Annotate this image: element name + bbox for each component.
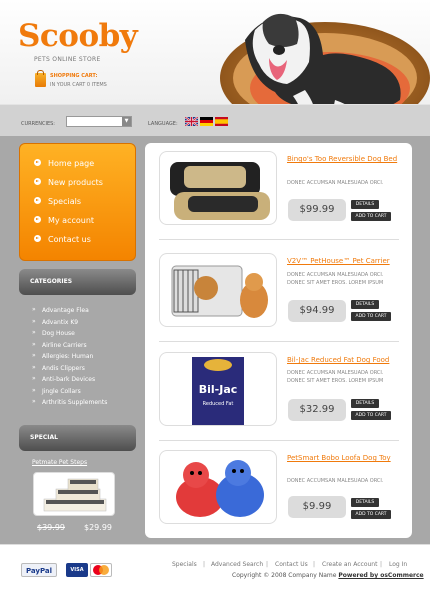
menu-item-home[interactable]: Home page [20, 154, 135, 173]
special-new-price: $29.99 [84, 523, 112, 532]
arrow-bullet-icon [34, 159, 41, 166]
product-description: DONEC ACCUMSAN MALESUADA ORCI. [287, 370, 384, 376]
details-button[interactable]: DETAILS [351, 399, 379, 408]
category-item[interactable]: Allergies: Human [32, 352, 136, 365]
product-title[interactable]: PetSmart Bobo Loofa Dog Toy [287, 454, 405, 463]
menu-item-my-account[interactable]: My account [20, 211, 135, 230]
add-to-cart-button[interactable]: ADD TO CART [351, 510, 391, 519]
main-menu: Home page New products Specials My accou… [19, 143, 136, 261]
paypal-logo: PayPal [21, 563, 57, 577]
arrow-bullet-icon [34, 216, 41, 223]
currencies-label: CURRENCIES: [21, 121, 55, 127]
footer-link-contact[interactable]: Contact Us [275, 561, 308, 568]
divider [159, 239, 399, 240]
special-product-link[interactable]: Petmate Pet Steps [32, 459, 87, 466]
special-old-price: $39.99 [37, 523, 65, 532]
product-list: Bingo's Too Reversible Dog Bed DONEC ACC… [145, 143, 412, 538]
arrow-bullet-icon [34, 178, 41, 185]
footer-separator: | [203, 561, 206, 568]
menu-label: My account [48, 216, 95, 225]
cart-title[interactable]: SHOPPING CART: [50, 73, 98, 79]
divider [159, 341, 399, 342]
product-description: DONEC ACCUMSAN MALESUADA ORCI. [287, 272, 384, 278]
footer: PayPal VISA Specials | Advanced Search |… [0, 544, 430, 589]
cart-status: IN YOUR CART 0 ITEMS [50, 82, 107, 88]
germany-flag-icon[interactable] [200, 117, 213, 126]
category-item[interactable]: Advantix K9 [32, 318, 136, 331]
spain-flag-icon[interactable] [215, 117, 228, 126]
svg-text:Bil-Jac: Bil-Jac [199, 383, 238, 396]
footer-link-create-account[interactable]: Create an Account [322, 561, 377, 568]
dog-food-bag-image[interactable]: Bil-Jac Reduced Fat [159, 352, 277, 426]
footer-link-advanced-search[interactable]: Advanced Search [211, 561, 263, 568]
product-description: DONEC ACCUMSAN MALESUADA ORCI. [287, 180, 384, 186]
footer-link-specials[interactable]: Specials [172, 561, 197, 568]
powered-by-link[interactable]: Powered by osCommerce [338, 572, 423, 579]
mastercard-logo [90, 563, 112, 577]
details-button[interactable]: DETAILS [351, 498, 379, 507]
arrow-bullet-icon [34, 197, 41, 204]
details-button[interactable]: DETAILS [351, 300, 379, 309]
category-item[interactable]: Jingle Collars [32, 387, 136, 400]
language-label: LANGUAGE: [148, 121, 178, 127]
category-item[interactable]: Andis Clippers [32, 364, 136, 377]
menu-label: Contact us [48, 235, 91, 244]
visa-logo: VISA [66, 563, 88, 577]
product-price: $99.99 [288, 199, 346, 221]
tagline: PETS ONLINE STORE [34, 56, 101, 63]
product-price: $94.99 [288, 300, 346, 322]
product-description: DONEC ACCUMSAN MALESUADA ORCI. [287, 478, 384, 484]
categories-list: Advantage Flea Advantix K9 Dog House Air… [32, 306, 136, 411]
product-price: $9.99 [288, 496, 346, 518]
product-title[interactable]: Bingo's Too Reversible Dog Bed [287, 155, 405, 164]
divider [159, 440, 399, 441]
header: Scooby PETS ONLINE STORE SHOPPING CART: … [0, 0, 430, 140]
chevron-down-icon[interactable]: ▼ [122, 117, 131, 126]
product-description: DONEC SIT AMET EROS. LOREM IPSUM [287, 378, 384, 384]
product-description: DONEC SIT AMET EROS. LOREM IPSUM [287, 280, 384, 286]
copyright-text: Copyright © 2008 Company Name [232, 572, 337, 579]
special-heading: SPECIAL [19, 425, 136, 451]
menu-item-new-products[interactable]: New products [20, 173, 135, 192]
category-item[interactable]: Advantage Flea [32, 306, 136, 319]
shopping-bag-icon[interactable] [35, 70, 46, 87]
copyright: Copyright © 2008 Company Name Powered by… [232, 572, 424, 579]
product-price: $32.99 [288, 399, 346, 421]
menu-label: New products [48, 178, 103, 187]
product-title[interactable]: Bil-Jac Reduced Fat Dog Food [287, 356, 405, 365]
category-item[interactable]: Dog House [32, 329, 136, 342]
site-logo[interactable]: Scooby [18, 18, 138, 54]
footer-link-login[interactable]: Log In [389, 561, 407, 568]
add-to-cart-button[interactable]: ADD TO CART [351, 411, 391, 420]
menu-label: Home page [48, 159, 95, 168]
svg-text:Reduced Fat: Reduced Fat [203, 401, 234, 407]
settings-bar: CURRENCIES: ▼ LANGUAGE: [0, 104, 430, 136]
dog-bed-image[interactable] [159, 151, 277, 225]
menu-label: Specials [48, 197, 81, 206]
pet-carrier-image[interactable] [159, 253, 277, 327]
menu-item-contact[interactable]: Contact us [20, 230, 135, 249]
add-to-cart-button[interactable]: ADD TO CART [351, 212, 391, 221]
add-to-cart-button[interactable]: ADD TO CART [351, 312, 391, 321]
details-button[interactable]: DETAILS [351, 200, 379, 209]
category-item[interactable]: Anti-bark Devices [32, 375, 136, 388]
currency-select[interactable]: ▼ [66, 116, 132, 127]
categories-heading: CATEGORIES [19, 269, 136, 295]
footer-separator: | [380, 561, 383, 568]
footer-separator: | [313, 561, 316, 568]
dog-toy-image[interactable] [159, 450, 277, 524]
arrow-bullet-icon [34, 235, 41, 242]
footer-separator: | [266, 561, 269, 568]
product-title[interactable]: V2V™ PetHouse™ Pet Carrier [287, 257, 405, 266]
menu-item-specials[interactable]: Specials [20, 192, 135, 211]
category-item[interactable]: Airline Carriers [32, 341, 136, 354]
pet-steps-image[interactable] [33, 472, 115, 516]
uk-flag-icon[interactable] [185, 117, 198, 126]
category-item[interactable]: Arthritis Supplements [32, 398, 136, 411]
